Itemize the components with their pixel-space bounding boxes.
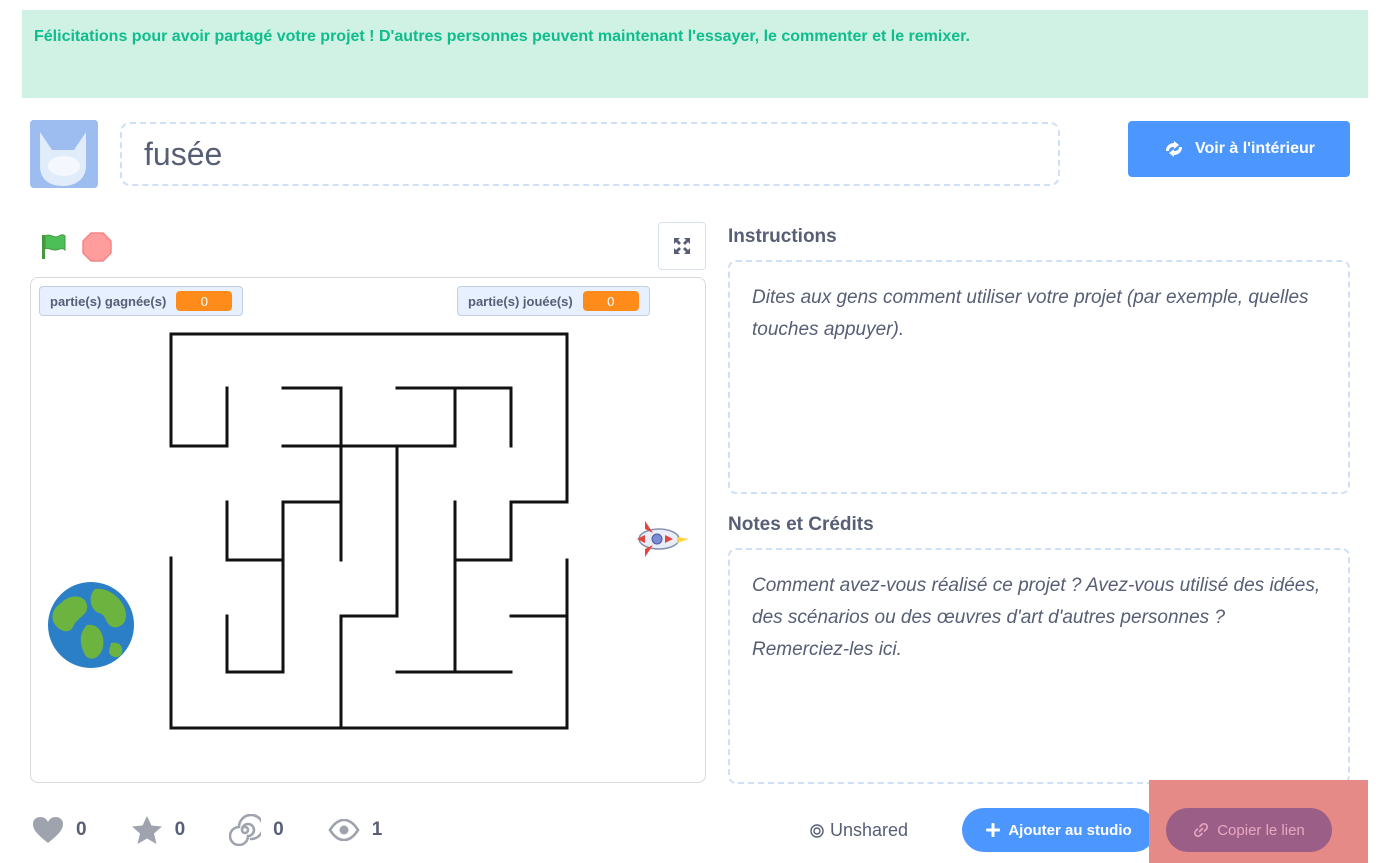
fullscreen-button[interactable] xyxy=(658,222,706,270)
stop-button[interactable] xyxy=(82,232,112,267)
project-title-field[interactable]: fusée xyxy=(120,122,1060,186)
remixes-stat: 0 xyxy=(229,814,284,846)
rocket-sprite xyxy=(637,521,689,557)
heart-icon xyxy=(33,817,63,843)
star-icon xyxy=(131,816,162,844)
green-flag-button[interactable] xyxy=(38,232,68,265)
loves-count: 0 xyxy=(76,819,87,840)
project-stage[interactable]: partie(s) gagnée(s) 0 partie(s) jouée(s)… xyxy=(30,277,706,783)
see-inside-button[interactable]: Voir à l'intérieur xyxy=(1128,121,1350,177)
favorites-count: 0 xyxy=(174,819,186,840)
project-title: fusée xyxy=(144,135,223,172)
instructions-placeholder: Dites aux gens comment utiliser votre pr… xyxy=(752,287,1309,340)
views-count: 1 xyxy=(371,819,383,840)
unshared-label: Unshared xyxy=(830,820,909,840)
stage-canvas xyxy=(48,332,689,730)
stop-sign-icon xyxy=(82,232,112,262)
see-inside-label: Voir à l'intérieur xyxy=(1195,140,1315,157)
banner-message: Félicitations pour avoir partagé votre p… xyxy=(34,28,970,45)
project-stats: 0 0 0 1 xyxy=(32,812,426,848)
link-icon xyxy=(1194,823,1209,837)
remix-arrows-icon xyxy=(1166,141,1182,157)
avatar[interactable] xyxy=(30,120,98,188)
player-controls xyxy=(30,222,706,272)
add-to-studio-button[interactable]: Ajouter au studio xyxy=(962,808,1156,852)
notes-title: Notes et Crédits xyxy=(728,514,874,535)
green-flag-icon xyxy=(42,234,66,259)
remixes-count: 0 xyxy=(273,819,284,840)
instructions-title: Instructions xyxy=(728,226,837,247)
notes-placeholder: Comment avez-vous réalisé ce projet ? Av… xyxy=(752,575,1321,660)
unshared-icon xyxy=(810,823,824,838)
unshared-status: Unshared xyxy=(810,820,908,841)
project-header: fusée Voir à l'intérieur xyxy=(30,120,1350,188)
instructions-input[interactable]: Dites aux gens comment utiliser votre pr… xyxy=(728,260,1350,494)
share-success-banner: Félicitations pour avoir partagé votre p… xyxy=(22,10,1368,98)
notes-input[interactable]: Comment avez-vous réalisé ce projet ? Av… xyxy=(728,548,1350,784)
views-stat: 1 xyxy=(328,819,383,841)
eye-icon xyxy=(328,819,360,841)
earth-sprite xyxy=(48,582,134,668)
plus-icon xyxy=(986,823,1001,837)
fullscreen-icon xyxy=(674,238,690,254)
remix-spiral-icon xyxy=(229,814,262,846)
scratch-cat-avatar-icon xyxy=(30,120,98,188)
add-to-studio-label: Ajouter au studio xyxy=(1008,821,1132,839)
favorites-stat[interactable]: 0 xyxy=(131,815,186,845)
loves-stat[interactable]: 0 xyxy=(32,816,87,844)
copy-link-label: Copier le lien xyxy=(1217,821,1305,839)
maze-walls xyxy=(169,332,569,730)
copy-link-button[interactable]: Copier le lien xyxy=(1166,808,1332,852)
